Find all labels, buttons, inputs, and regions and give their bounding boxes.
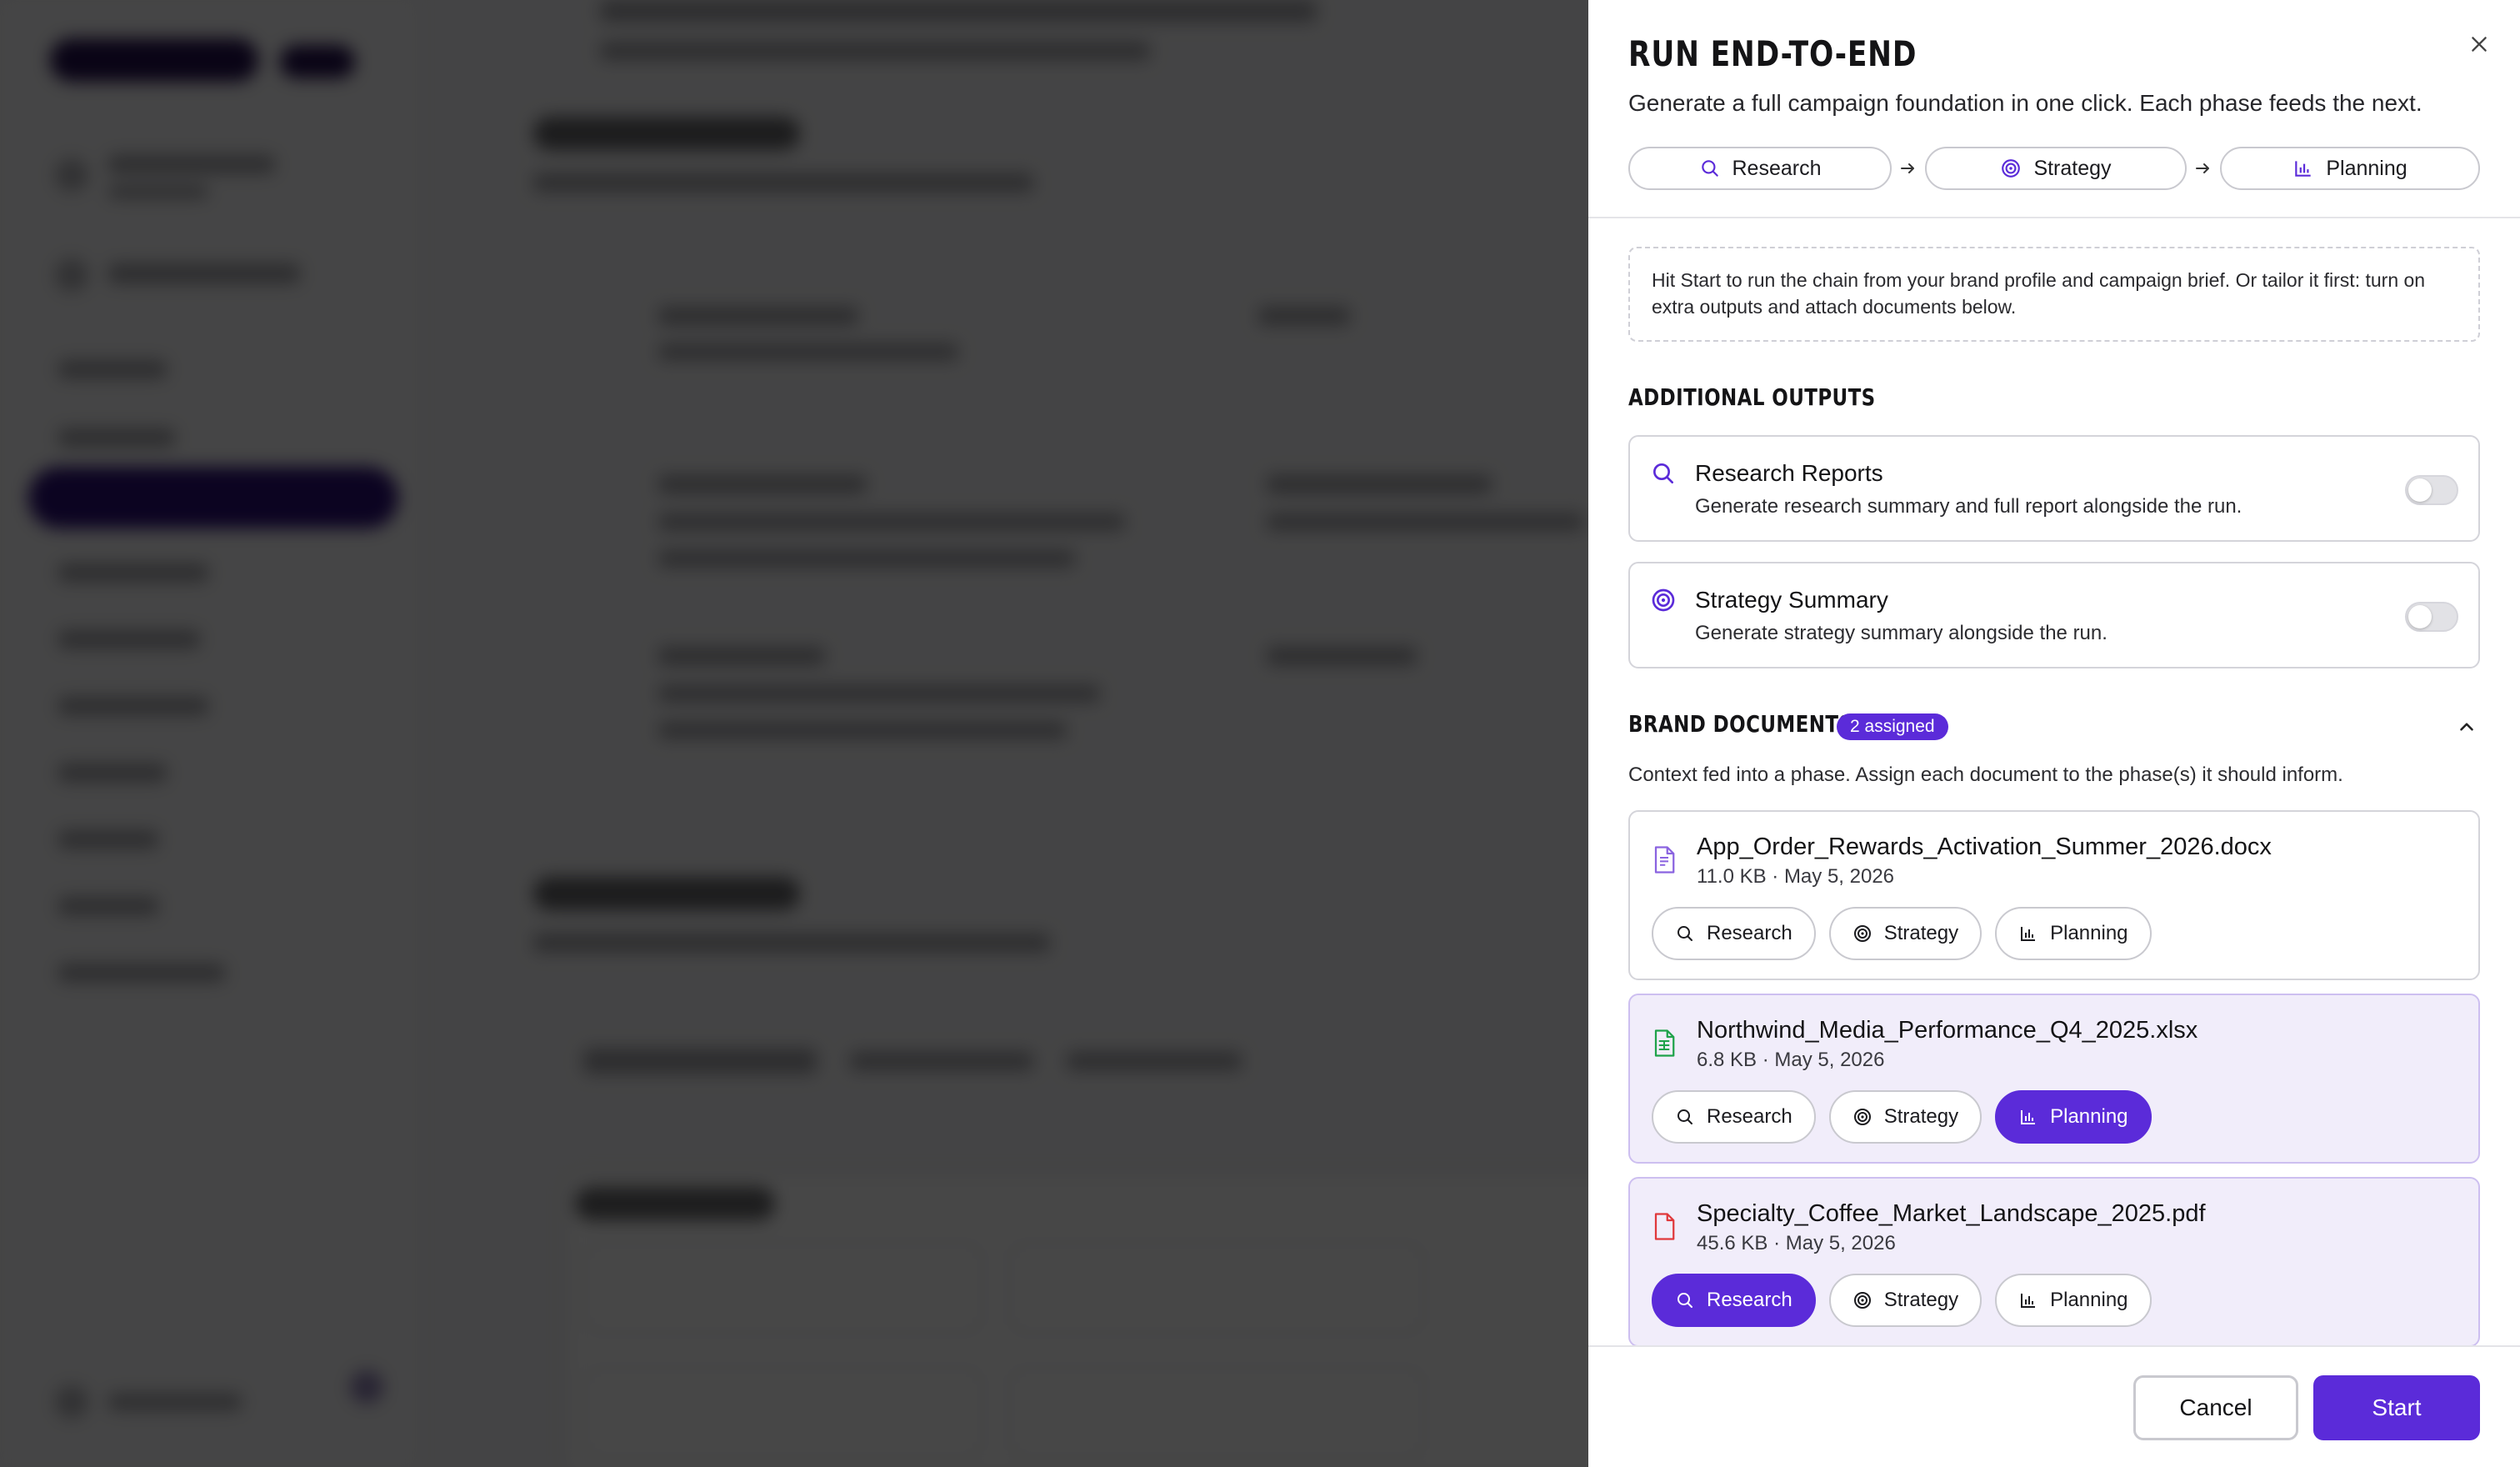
- assign-research-chip[interactable]: Research: [1652, 907, 1816, 960]
- brand-documents-heading: BRAND DOCUMENTS: [1628, 710, 1853, 738]
- target-icon: [1852, 1290, 1872, 1310]
- pipeline-step-research[interactable]: Research: [1628, 147, 1892, 190]
- chip-label: Strategy: [1883, 1289, 1959, 1311]
- arrow-right-icon: [2187, 158, 2220, 178]
- document-card: Northwind_Media_Performance_Q4_2025.xlsx…: [1628, 994, 2480, 1164]
- assign-planning-chip[interactable]: Planning: [1995, 1090, 2152, 1144]
- document-meta: 45.6 KB · May 5, 2026: [1697, 1232, 1896, 1254]
- pipeline-step-label: Research: [1732, 156, 1822, 180]
- assign-strategy-chip[interactable]: Strategy: [1828, 1274, 1982, 1327]
- output-research-reports[interactable]: Research Reports Generate research summa…: [1628, 435, 2480, 542]
- search-icon: [1675, 1107, 1695, 1127]
- document-name: Specialty_Coffee_Market_Landscape_2025.p…: [1697, 1200, 2206, 1227]
- output-title: Research Reports: [1695, 460, 1883, 486]
- search-icon: [1653, 463, 1673, 483]
- document-card: App_Order_Rewards_Activation_Summer_2026…: [1628, 810, 2480, 980]
- collapse-section-button[interactable]: [2450, 710, 2483, 744]
- start-button[interactable]: Start: [2313, 1375, 2480, 1440]
- target-icon: [1852, 924, 1872, 944]
- chip-label: Planning: [2050, 1289, 2128, 1311]
- target-icon: [1652, 588, 1675, 612]
- search-icon: [1675, 924, 1695, 944]
- close-icon: [2472, 37, 2487, 52]
- phase-assign-chips: Research Strategy Planning: [1652, 907, 2152, 960]
- assign-research-chip[interactable]: Research: [1652, 1274, 1816, 1327]
- strategy-summary-toggle[interactable]: [2405, 602, 2458, 632]
- close-button[interactable]: [2458, 23, 2500, 65]
- document-name: Northwind_Media_Performance_Q4_2025.xlsx: [1697, 1017, 2198, 1044]
- modal-backdrop[interactable]: [0, 0, 1588, 1467]
- bar-chart-icon: [2295, 161, 2312, 177]
- search-icon: [1675, 1290, 1695, 1310]
- pdf-icon: [1652, 1212, 1677, 1242]
- phase-pipeline: Research Strategy Planning: [1628, 147, 2480, 190]
- chip-label: Research: [1707, 922, 1792, 944]
- assigned-count-badge: 2 assigned: [1837, 713, 1948, 740]
- assign-research-chip[interactable]: Research: [1652, 1090, 1816, 1144]
- drawer-subtitle: Generate a full campaign foundation in o…: [1628, 90, 2422, 116]
- bar-chart-icon: [2018, 1290, 2038, 1310]
- arrow-right-icon: [1892, 158, 1925, 178]
- pipeline-step-label: Strategy: [2033, 156, 2112, 180]
- target-icon: [2002, 159, 2021, 178]
- chip-label: Planning: [2050, 1105, 2128, 1128]
- start-hint: Hit Start to run the chain from your bra…: [1628, 247, 2480, 342]
- cancel-button[interactable]: Cancel: [2133, 1375, 2298, 1440]
- header-divider: [1588, 217, 2520, 218]
- chip-label: Research: [1707, 1105, 1792, 1128]
- chip-label: Research: [1707, 1289, 1792, 1311]
- chip-label: Planning: [2050, 922, 2128, 944]
- spreadsheet-icon: [1652, 1029, 1677, 1059]
- document-card: Specialty_Coffee_Market_Landscape_2025.p…: [1628, 1177, 2480, 1347]
- pipeline-step-planning[interactable]: Planning: [2220, 147, 2480, 190]
- target-icon: [1852, 1107, 1872, 1127]
- search-icon: [1701, 160, 1718, 177]
- chevron-up-icon: [2460, 723, 2473, 731]
- output-title: Strategy Summary: [1695, 587, 1888, 613]
- document-name: App_Order_Rewards_Activation_Summer_2026…: [1697, 834, 2272, 860]
- doc-icon: [1652, 845, 1677, 875]
- output-description: Generate research summary and full repor…: [1695, 495, 2242, 518]
- brand-documents-description: Context fed into a phase. Assign each do…: [1628, 764, 2343, 786]
- assign-strategy-chip[interactable]: Strategy: [1828, 907, 1982, 960]
- assign-planning-chip[interactable]: Planning: [1995, 1274, 2152, 1327]
- chip-label: Strategy: [1883, 922, 1959, 944]
- background-app: [0, 0, 1588, 1467]
- bar-chart-icon: [2018, 924, 2038, 944]
- chip-label: Strategy: [1883, 1105, 1959, 1128]
- document-meta: 6.8 KB · May 5, 2026: [1697, 1049, 1885, 1071]
- bar-chart-icon: [2018, 1107, 2038, 1127]
- pipeline-step-strategy[interactable]: Strategy: [1925, 147, 2187, 190]
- output-strategy-summary[interactable]: Strategy Summary Generate strategy summa…: [1628, 562, 2480, 668]
- assign-strategy-chip[interactable]: Strategy: [1828, 1090, 1982, 1144]
- document-meta: 11.0 KB · May 5, 2026: [1697, 865, 1895, 888]
- assign-planning-chip[interactable]: Planning: [1995, 907, 2152, 960]
- phase-assign-chips: Research Strategy Planning: [1652, 1090, 2152, 1144]
- drawer-title: RUN END-TO-END: [1628, 33, 1918, 74]
- additional-outputs-heading: ADDITIONAL OUTPUTS: [1628, 383, 1876, 411]
- pipeline-step-label: Planning: [2326, 156, 2408, 180]
- phase-assign-chips: Research Strategy Planning: [1652, 1274, 2152, 1327]
- output-description: Generate strategy summary alongside the …: [1695, 622, 2108, 644]
- research-reports-toggle[interactable]: [2405, 475, 2458, 505]
